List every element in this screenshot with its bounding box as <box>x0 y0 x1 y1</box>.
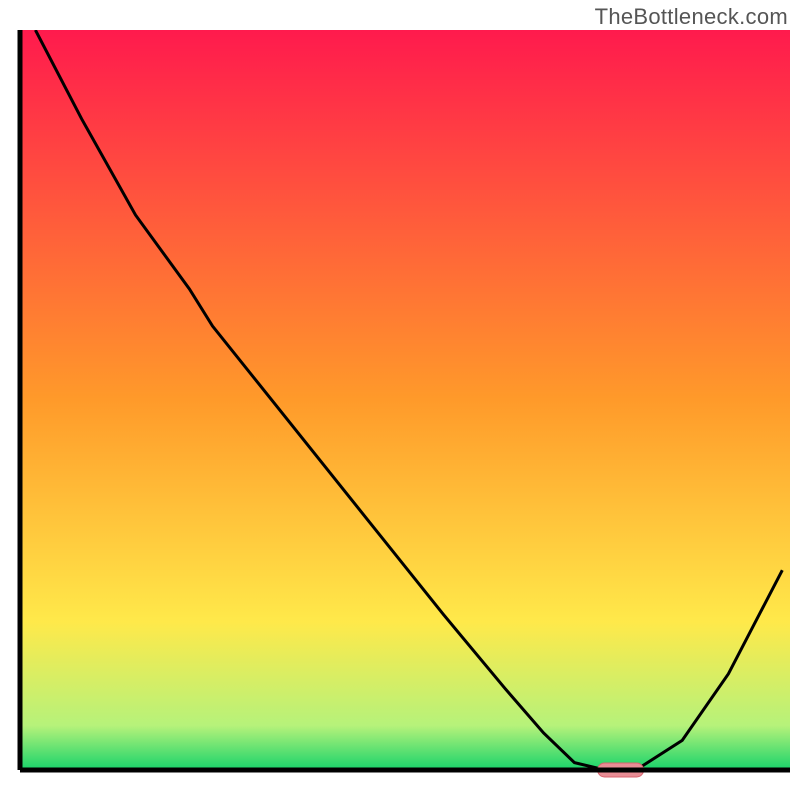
watermark-label: TheBottleneck.com <box>595 4 788 30</box>
chart-container: TheBottleneck.com <box>0 0 800 800</box>
gradient-background <box>20 30 790 770</box>
bottleneck-curve-chart <box>0 0 800 800</box>
